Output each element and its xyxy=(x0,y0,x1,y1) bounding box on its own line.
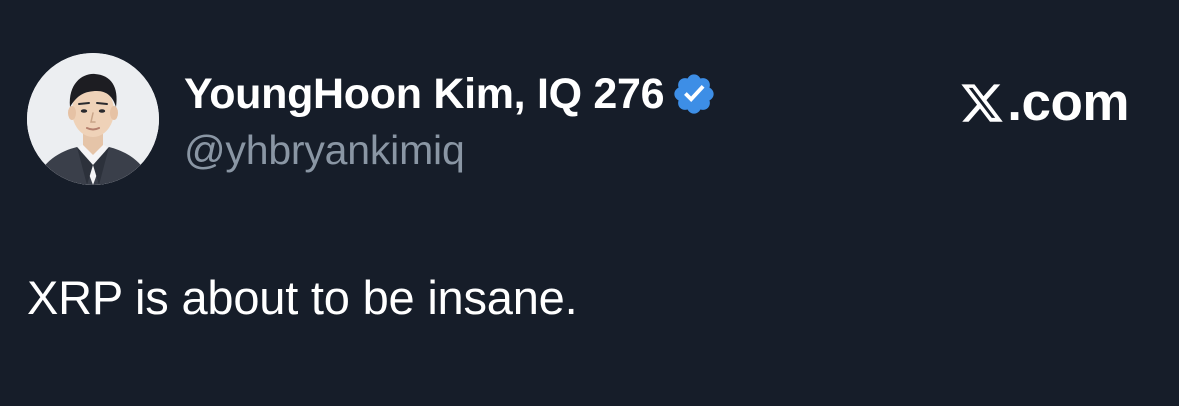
verified-badge-icon[interactable] xyxy=(671,71,717,117)
avatar-image xyxy=(27,53,159,185)
author-name-row: YoungHoon Kim, IQ 276 xyxy=(184,66,717,122)
brand-watermark: .com xyxy=(959,72,1129,134)
tweet-card: YoungHoon Kim, IQ 276 @yhbryankimiq .com… xyxy=(0,0,1179,406)
brand-domain-text: .com xyxy=(1007,73,1129,132)
avatar[interactable] xyxy=(27,53,159,185)
author-display-name[interactable]: YoungHoon Kim, IQ 276 xyxy=(184,66,665,122)
x-logo-icon xyxy=(959,80,1005,126)
author-handle[interactable]: @yhbryankimiq xyxy=(184,124,465,176)
tweet-text: XRP is about to be insane. xyxy=(27,271,578,324)
